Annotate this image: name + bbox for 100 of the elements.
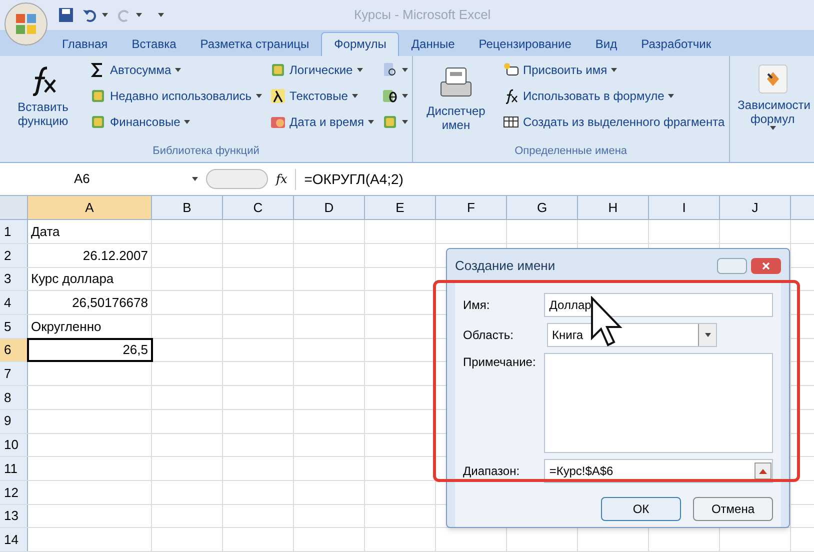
ribbon-tab[interactable]: Разработчик (629, 32, 724, 56)
dropdown-button[interactable] (698, 324, 716, 346)
dialog-button[interactable]: Отмена (693, 497, 773, 521)
book-icon (90, 88, 106, 104)
range-label: Диапазон: (463, 463, 521, 480)
name-field[interactable]: Доллар (544, 293, 773, 317)
caret-icon (102, 12, 108, 17)
dialog-button[interactable]: ОК (601, 497, 681, 521)
ribbon-tab[interactable]: Вставка (120, 32, 188, 56)
row-header[interactable]: 7 (0, 362, 28, 386)
book-search-icon (382, 62, 398, 78)
caret-icon (256, 94, 262, 98)
save-icon[interactable] (58, 6, 74, 23)
book-icon (90, 114, 106, 130)
audit-icon (758, 64, 788, 94)
ribbon-tab[interactable]: Рецензирование (466, 32, 584, 56)
column-header[interactable]: G (507, 196, 578, 220)
ribbon-button[interactable]: Дата и время (270, 112, 374, 133)
ribbon-large-button[interactable]: Диспетчер имен (416, 60, 495, 132)
caret-icon (770, 126, 776, 130)
column-header[interactable]: A (28, 196, 152, 220)
row-header[interactable]: 5 (0, 315, 28, 338)
row-header[interactable]: 8 (0, 386, 28, 409)
ribbon-button[interactable]: Использовать в формуле (502, 86, 725, 107)
row-header[interactable]: 4 (0, 291, 28, 314)
caret-icon (611, 68, 618, 72)
ribbon-large-button[interactable]: Вставить функцию (4, 60, 82, 128)
ribbon-tab[interactable]: Разметка страницы (188, 32, 322, 56)
scope-label: Область: (463, 327, 514, 344)
help-button[interactable] (717, 258, 747, 274)
row-header[interactable]: 3 (0, 268, 28, 290)
column-header[interactable]: C (223, 196, 294, 220)
ribbon-button[interactable]: Финансовые (90, 112, 262, 133)
row-header[interactable]: 2 (0, 244, 28, 267)
row-header[interactable]: 1 (0, 220, 28, 244)
row-header[interactable]: 13 (0, 504, 28, 528)
dialog-title: Создание имени (455, 257, 556, 276)
column-header[interactable]: F (436, 196, 507, 220)
caret-icon (402, 94, 408, 98)
caret-icon (184, 120, 190, 124)
column-header[interactable]: B (152, 196, 223, 220)
ribbon-tab[interactable]: Вид (583, 32, 630, 56)
formula-field[interactable]: =ОКРУГЛ(A4;2) (295, 168, 810, 190)
row-header[interactable]: 6 (0, 338, 28, 362)
column-header[interactable]: H (578, 196, 649, 220)
group-label: Библиотека функций (152, 144, 260, 160)
ribbon-tab[interactable]: Главная (50, 32, 120, 56)
caret-icon (668, 94, 674, 98)
ribbon-tab[interactable]: Данные (399, 32, 467, 56)
tag-icon (502, 62, 519, 78)
book-icon (270, 62, 286, 78)
row-header[interactable]: 14 (0, 528, 28, 551)
caret-icon (352, 94, 358, 98)
row-header[interactable]: 11 (0, 457, 28, 480)
caret-icon (704, 333, 710, 337)
ribbon-button[interactable]: Присвоить имя (502, 60, 725, 81)
caret-icon (368, 120, 374, 124)
column-header[interactable]: D (294, 196, 365, 220)
column-header[interactable]: I (649, 196, 720, 220)
theta-icon (382, 88, 398, 104)
ribbon-tab[interactable]: Формулы (321, 32, 400, 56)
table-cell: 26.12.2007 (28, 244, 152, 267)
table-cell: Курс доллара (28, 268, 152, 290)
book-icon (382, 114, 398, 130)
formula-bar-buttons (206, 169, 268, 189)
ribbon-button[interactable]: Логические (270, 60, 374, 81)
comment-field[interactable] (544, 353, 773, 453)
name-box[interactable]: A6 (4, 169, 184, 189)
name-label: Имя: (463, 297, 491, 314)
insert-function-icon[interactable]: fx (276, 170, 288, 188)
lambda-icon (270, 88, 286, 104)
ribbon-button[interactable]: Текстовые (270, 86, 374, 107)
caret-icon (402, 68, 408, 72)
close-icon (762, 262, 770, 270)
group-label: Определенные имена (514, 144, 628, 160)
caret-icon (192, 177, 198, 181)
column-header[interactable]: E (365, 196, 436, 220)
caret-icon (136, 12, 142, 17)
ribbon-button[interactable]: Создать из выделенного фрагмента (502, 112, 725, 133)
row-header[interactable]: 12 (0, 480, 28, 504)
calendar-icon (270, 114, 286, 130)
collapse-dialog-icon[interactable] (754, 462, 772, 480)
window-title: Курсы - Microsoft Excel (354, 6, 491, 24)
ribbon-large-button[interactable]: Зависимости формул (734, 60, 812, 130)
table-icon (502, 114, 519, 130)
close-button[interactable] (751, 258, 781, 274)
scope-dropdown[interactable]: Книга (547, 323, 717, 347)
table-cell: Дата (28, 220, 152, 244)
table-cell: 26,5 (28, 338, 152, 362)
column-header[interactable]: J (720, 196, 791, 220)
row-header[interactable]: 10 (0, 434, 28, 456)
table-cell: 26,50176678 (28, 291, 152, 314)
caret-icon (175, 68, 182, 72)
caret-icon (158, 12, 164, 17)
comment-label: Примечание: (463, 354, 537, 371)
table-cell: Округленно (28, 315, 152, 338)
caret-icon (402, 120, 408, 124)
ribbon-button[interactable]: Автосумма (90, 60, 262, 81)
row-header[interactable]: 9 (0, 410, 28, 433)
ribbon-button[interactable]: Недавно использовались (90, 86, 262, 107)
